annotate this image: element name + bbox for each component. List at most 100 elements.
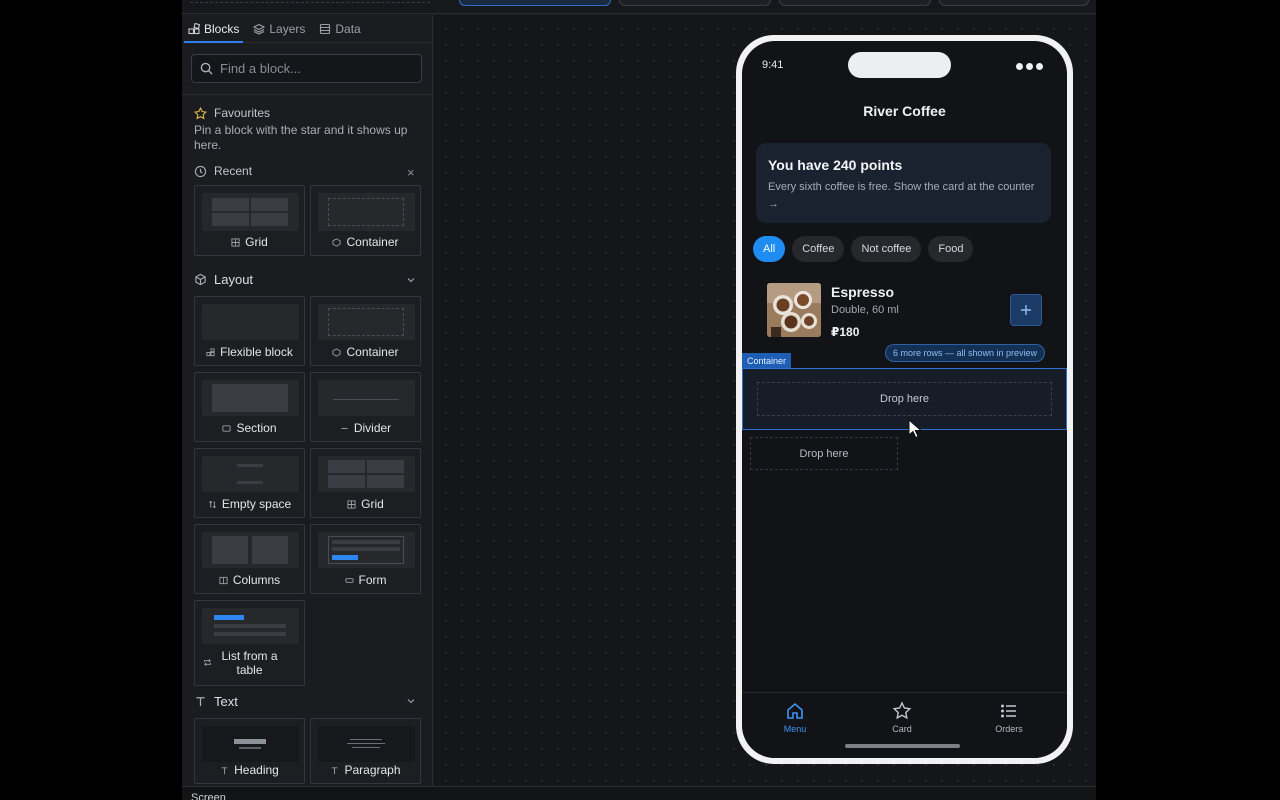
toolbar-left-stub [190,0,430,3]
tab-label: Card [892,724,912,734]
block-card-divider[interactable]: Divider [310,372,421,442]
block-label: Heading [195,763,304,777]
block-thumbnail [202,456,299,492]
clock-icon [194,165,207,177]
divider-icon [341,427,348,429]
block-card-grid[interactable]: Grid [310,448,421,518]
thumb-list-row [214,624,286,628]
home-icon [787,702,803,719]
tab-label: Layers [269,21,306,36]
block-card-paragraph[interactable]: Paragraph [310,718,421,784]
block-label: Form [311,573,420,587]
points-card[interactable]: You have 240 points Every sixth coffee i… [756,143,1051,223]
device-tab[interactable] [779,0,931,6]
design-canvas[interactable]: 9:41 River Coffee You have 240 points Ev… [434,15,1096,786]
block-label-text: Divider [353,421,392,435]
tab-label: Orders [995,724,1023,734]
thumb-column [212,536,248,564]
search-input[interactable] [220,61,410,76]
block-card-empty-space[interactable]: Empty space [194,448,305,518]
chip-all[interactable]: All [753,236,786,262]
block-card-container[interactable]: Container [310,296,421,366]
more-rows-badge: 6 more rows — all shown in preview [885,344,1046,362]
database-icon [320,23,331,34]
thumb-column [252,536,288,564]
tab-label: Blocks [204,21,240,36]
block-card-container-recent[interactable]: Container [310,185,421,256]
selected-container[interactable]: Drop here [742,368,1067,430]
cube-icon [195,273,206,286]
block-label: Columns [195,573,304,587]
list-icon [1001,704,1016,718]
thumb-field [332,540,400,544]
thumb-divider-line [333,399,399,400]
block-label: Section [195,421,304,435]
layout-title: Layout [214,272,254,287]
container-icon [332,237,342,247]
add-to-cart-button[interactable] [1010,294,1042,326]
tab-label: Menu [783,724,807,734]
block-card-heading[interactable]: Heading [194,718,305,784]
block-label-text: Heading [234,763,279,777]
block-label-text: Form [358,573,387,587]
chip-food[interactable]: Food [928,236,974,262]
plus-icon [1021,305,1031,315]
text-header[interactable]: Text [194,694,238,709]
block-label-text: Container [346,345,399,359]
product-image[interactable] [767,283,821,337]
clear-recent-button[interactable]: × [407,165,415,180]
columns-icon [219,576,228,584]
phone-screen[interactable]: 9:41 River Coffee You have 240 points Ev… [742,41,1067,758]
device-tab-active[interactable] [459,0,611,6]
block-card-grid-recent[interactable]: Grid [194,185,305,256]
tab-layers[interactable]: Layers [249,15,309,42]
thumb-text-line [352,747,380,748]
block-search[interactable] [191,54,422,83]
block-card-list-from-table[interactable]: List from a table [194,600,305,686]
block-card-columns[interactable]: Columns [194,524,305,594]
chevron-down-icon[interactable] [406,275,416,285]
app-title[interactable]: River Coffee [742,103,1067,119]
device-tab[interactable] [939,0,1089,6]
thumb-list-header [214,615,244,620]
drop-zone-secondary[interactable]: Drop here [750,437,898,470]
block-label-text: Section [236,421,277,435]
thumb-cell [212,213,249,226]
chip-coffee[interactable]: Coffee [792,236,845,262]
tab-menu[interactable]: Menu [765,701,825,734]
tab-label: Data [335,21,361,36]
thumb-subline [239,747,261,749]
thumb-heading-bar [234,739,266,744]
block-thumbnail [202,304,299,340]
drop-zone[interactable]: Drop here [757,382,1052,416]
flex-icon [206,347,215,356]
thumb-bar [237,464,263,467]
layout-header[interactable]: Layout [194,272,253,287]
block-thumbnail [202,726,299,762]
device-tab[interactable] [619,0,771,6]
tab-blocks[interactable]: Blocks [184,15,244,43]
block-label-text: List from a table [221,649,278,677]
block-label-text: Paragraph [344,763,401,777]
block-label-text: Empty space [221,497,292,511]
chevron-down-icon[interactable] [406,696,416,706]
block-card-section[interactable]: Section [194,372,305,442]
block-thumbnail [318,380,415,416]
phone-frame: 9:41 River Coffee You have 240 points Ev… [736,35,1073,764]
thumb-cell [251,198,288,211]
recent-title: Recent [214,164,253,178]
favourites-title: Favourites [214,106,271,120]
chip-not-coffee[interactable]: Not coffee [851,236,922,262]
container-icon [332,347,342,357]
tab-card[interactable]: Card [872,701,932,734]
mouse-cursor-icon [908,419,922,439]
thumb-dashed-box [328,308,404,336]
tab-data[interactable]: Data [315,15,364,42]
block-label: List from a table [195,649,304,677]
block-card-form[interactable]: Form [310,524,421,594]
container-tag[interactable]: Container [742,353,792,368]
block-card-flexible-block[interactable]: Flexible block [194,296,305,366]
thumb-section [212,384,288,412]
tab-orders[interactable]: Orders [979,701,1039,734]
vertical-arrows-icon [208,500,216,508]
